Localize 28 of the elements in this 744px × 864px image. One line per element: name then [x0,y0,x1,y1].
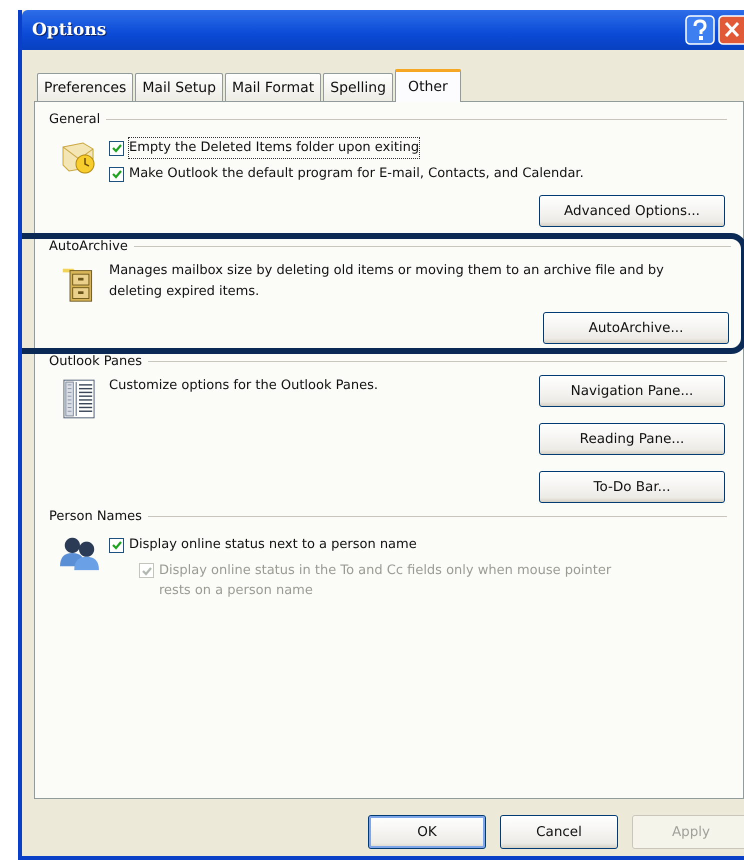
checkbox[interactable] [109,140,124,156]
window-title: Options [32,20,106,40]
tab[interactable]: Other [395,69,461,102]
checkbox-label[interactable]: Empty the Deleted Items folder upon exiting [128,137,420,159]
tab[interactable]: Preferences [37,73,134,101]
tab[interactable]: Spelling [323,73,394,101]
pane-button[interactable]: To-Do Bar... [539,471,725,503]
options-button[interactable]: AutoArchive... [543,312,729,344]
checkbox-label[interactable]: Display online status next to a person name [128,534,418,556]
tab[interactable]: Mail Format [224,73,322,101]
group-heading: AutoArchive [49,239,128,254]
panes-layout-icon [63,379,95,419]
group-heading: Person Names [49,509,142,524]
help-icon[interactable] [685,15,715,45]
pane-button[interactable]: Reading Pane... [539,423,725,455]
close-icon[interactable] [718,15,744,45]
checkbox[interactable] [109,166,124,182]
group-heading: Outlook Panes [49,354,142,369]
dialog-button[interactable]: Cancel [500,815,618,849]
pane-button[interactable]: Navigation Pane... [539,375,725,407]
options-button[interactable]: Advanced Options... [539,195,725,227]
checkbox-label[interactable]: Make Outlook the default program for E-mail, Contacts, and Calendar. [128,163,585,185]
description-text: Customize options for the Outlook Panes. [109,377,379,395]
dialog-button[interactable]: OK [368,815,486,849]
group-heading: General [49,112,100,127]
description-text: Manages mailbox size by deleting old items or moving them to an archive file and by deleting expired items. [109,262,665,301]
checkbox[interactable] [109,538,124,552]
tab[interactable]: Mail Setup [135,73,223,101]
